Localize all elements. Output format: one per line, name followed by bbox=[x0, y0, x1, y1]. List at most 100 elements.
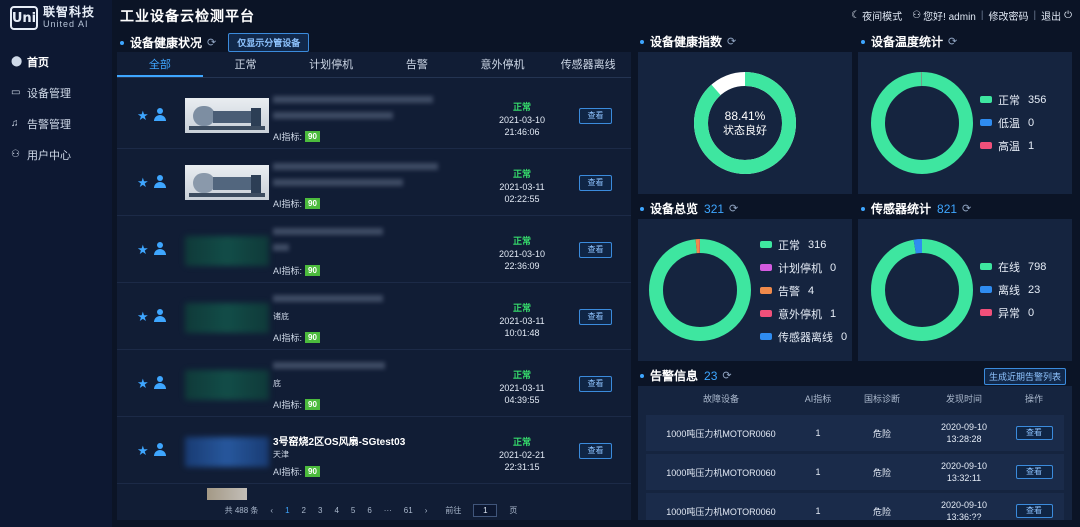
tab-all[interactable]: 全部 bbox=[117, 52, 203, 77]
page-title: 工业设备云检测平台 bbox=[120, 8, 255, 24]
tab-alarm[interactable]: 告警 bbox=[374, 52, 460, 77]
cell-device: 1000吨压力机MOTOR0060 bbox=[666, 428, 776, 439]
view-button[interactable]: 查看 bbox=[579, 108, 612, 124]
moon-icon[interactable]: ☾ bbox=[851, 10, 860, 21]
tab-unexpected-stop[interactable]: 意外停机 bbox=[460, 52, 546, 77]
alarms-title: 告警信息 23 ⟳ bbox=[640, 367, 732, 384]
refresh-icon[interactable]: ⟳ bbox=[722, 369, 731, 382]
temperature-card: 正常 356 低温 0 高温 1 bbox=[858, 52, 1072, 194]
page-5[interactable]: 5 bbox=[351, 506, 355, 515]
donut-slice-0 bbox=[871, 72, 973, 174]
page-6[interactable]: 6 bbox=[367, 506, 371, 515]
night-mode-toggle[interactable]: 夜间模式 bbox=[862, 8, 902, 23]
next-page-button[interactable]: › bbox=[425, 506, 428, 515]
star-icon[interactable]: ★ bbox=[137, 443, 149, 459]
cell-diagnosis: 危险 bbox=[872, 506, 891, 517]
device-row: ★ 底 AI指标: 90 正常 2021-03-11 04:39:55 查看 bbox=[117, 350, 631, 417]
change-password-link[interactable]: 修改密码 bbox=[988, 8, 1028, 23]
legend-item: 正常 356 bbox=[980, 88, 1046, 111]
refresh-icon[interactable]: ⟳ bbox=[729, 202, 738, 215]
status-text: 正常 bbox=[512, 102, 531, 112]
user-icon[interactable] bbox=[154, 175, 166, 188]
view-button[interactable]: 查看 bbox=[1015, 465, 1053, 479]
refresh-icon[interactable]: ⟳ bbox=[962, 202, 971, 215]
refresh-icon[interactable]: ⟳ bbox=[727, 35, 736, 48]
tab-planned-stop[interactable]: 计划停机 bbox=[288, 52, 374, 77]
brand-cn: 联智科技 bbox=[43, 5, 96, 19]
alarms-table: 故障设备 AI指标 国标诊断 发现时间 操作 1000吨压力机MOTOR0060… bbox=[638, 386, 1072, 520]
page-1[interactable]: 1 bbox=[285, 506, 289, 515]
sidebar-item-devices[interactable]: ▭ 设备管理 bbox=[0, 77, 112, 108]
refresh-icon[interactable]: ⟳ bbox=[207, 36, 216, 49]
view-button[interactable]: 查看 bbox=[579, 443, 612, 459]
user-icon[interactable] bbox=[154, 376, 166, 389]
star-icon[interactable]: ★ bbox=[137, 108, 149, 124]
page-ellipsis[interactable]: ··· bbox=[384, 506, 392, 515]
tab-sensor-offline[interactable]: 传感器离线 bbox=[545, 52, 631, 77]
health-percent: 88.41% bbox=[725, 109, 766, 123]
column-header: 故障设备 bbox=[702, 394, 739, 404]
donut-slice-0 bbox=[649, 239, 751, 341]
temperature-title: 设备温度统计 ⟳ bbox=[861, 33, 957, 50]
sidebar-item-user-center[interactable]: ⚇ 用户中心 bbox=[0, 139, 112, 170]
pagination: 共 488 条 ‹ 1 2 3 4 5 6 ··· 61 › 前往 1 页 bbox=[117, 501, 631, 520]
view-button[interactable]: 查看 bbox=[1015, 504, 1053, 518]
device-thumbnail bbox=[185, 437, 269, 467]
sidebar-item-home[interactable]: ⬤ 首页 bbox=[0, 46, 112, 77]
folder-icon: ▭ bbox=[11, 87, 21, 98]
generate-alarm-list-button[interactable]: 生成近期告警列表 bbox=[984, 368, 1067, 385]
logout-link[interactable]: 退出 bbox=[1041, 8, 1061, 23]
sensors-title: 传感器统计 821 ⟳ bbox=[861, 200, 971, 217]
filter-managed-button[interactable]: 仅显示分管设备 bbox=[228, 33, 310, 52]
column-header: AI指标 bbox=[804, 394, 832, 404]
view-button[interactable]: 查看 bbox=[579, 175, 612, 191]
table-row: 1000吨压力机MOTOR0060 1 危险 2020-09-10 13:32:1… bbox=[646, 454, 1064, 490]
view-button[interactable]: 查看 bbox=[579, 242, 612, 258]
view-button[interactable]: 查看 bbox=[1015, 426, 1053, 440]
user-icon[interactable] bbox=[154, 443, 166, 456]
goto-page-input[interactable]: 1 bbox=[473, 504, 498, 517]
user-icon: ⚇ bbox=[11, 149, 20, 160]
health-index-card: 88.41% 状态良好 bbox=[638, 52, 852, 194]
user-icon[interactable] bbox=[154, 242, 166, 255]
overview-legend: 正常 316 计划停机 0 告警 4 意外停机 1 传感器离线 0 bbox=[760, 233, 847, 348]
star-icon[interactable]: ★ bbox=[137, 309, 149, 325]
device-thumbnail bbox=[185, 98, 269, 133]
star-icon[interactable]: ★ bbox=[137, 242, 149, 258]
refresh-icon[interactable]: ⟳ bbox=[948, 35, 957, 48]
cell-time: 2020-09-10 13:36:?? bbox=[940, 500, 988, 520]
score-badge: 90 bbox=[305, 131, 320, 142]
sidebar-item-alarms[interactable]: ♫ 告警管理 bbox=[0, 108, 112, 139]
topbar: 工业设备云检测平台 ☾ 夜间模式 ⚇ 您好! admin | 修改密码 | 退出… bbox=[112, 0, 1080, 30]
user-icon[interactable] bbox=[154, 108, 166, 121]
star-icon[interactable]: ★ bbox=[137, 175, 149, 191]
page-3[interactable]: 3 bbox=[318, 506, 322, 515]
table-row: 1000吨压力机MOTOR0060 1 危险 2020-09-10 13:36:?… bbox=[646, 493, 1064, 520]
donut-slice-0 bbox=[871, 239, 973, 341]
page-2[interactable]: 2 bbox=[302, 506, 306, 515]
ai-score: AI指标: 90 bbox=[273, 331, 320, 344]
device-location: 诸底 bbox=[273, 312, 289, 321]
overview-count: 321 bbox=[704, 201, 725, 216]
timestamp: 2021-02-21 22:31:15 bbox=[498, 450, 546, 472]
prev-page-button[interactable]: ‹ bbox=[270, 506, 273, 515]
legend-item: 异常 0 bbox=[980, 301, 1046, 324]
cell-ai: 1 bbox=[815, 428, 821, 438]
cell-diagnosis: 危险 bbox=[872, 467, 891, 478]
view-button[interactable]: 查看 bbox=[579, 309, 612, 325]
map-pin-icon: ⬤ bbox=[11, 56, 23, 67]
tab-normal[interactable]: 正常 bbox=[203, 52, 289, 77]
brand-en: United AI bbox=[43, 19, 89, 29]
user-icon: ⚇ bbox=[912, 10, 922, 21]
bullet-dot bbox=[120, 40, 124, 45]
ai-score: AI指标: 90 bbox=[273, 197, 320, 210]
column-header: 操作 bbox=[1024, 394, 1043, 404]
legend-item: 高温 1 bbox=[980, 134, 1046, 157]
view-button[interactable]: 查看 bbox=[579, 376, 612, 392]
status-tabs: 全部 正常 计划停机 告警 意外停机 传感器离线 bbox=[117, 52, 631, 78]
page-last[interactable]: 61 bbox=[404, 506, 413, 515]
page-4[interactable]: 4 bbox=[334, 506, 338, 515]
user-icon[interactable] bbox=[154, 309, 166, 322]
star-icon[interactable]: ★ bbox=[137, 376, 149, 392]
power-icon[interactable]: ⏻ bbox=[1064, 10, 1072, 21]
